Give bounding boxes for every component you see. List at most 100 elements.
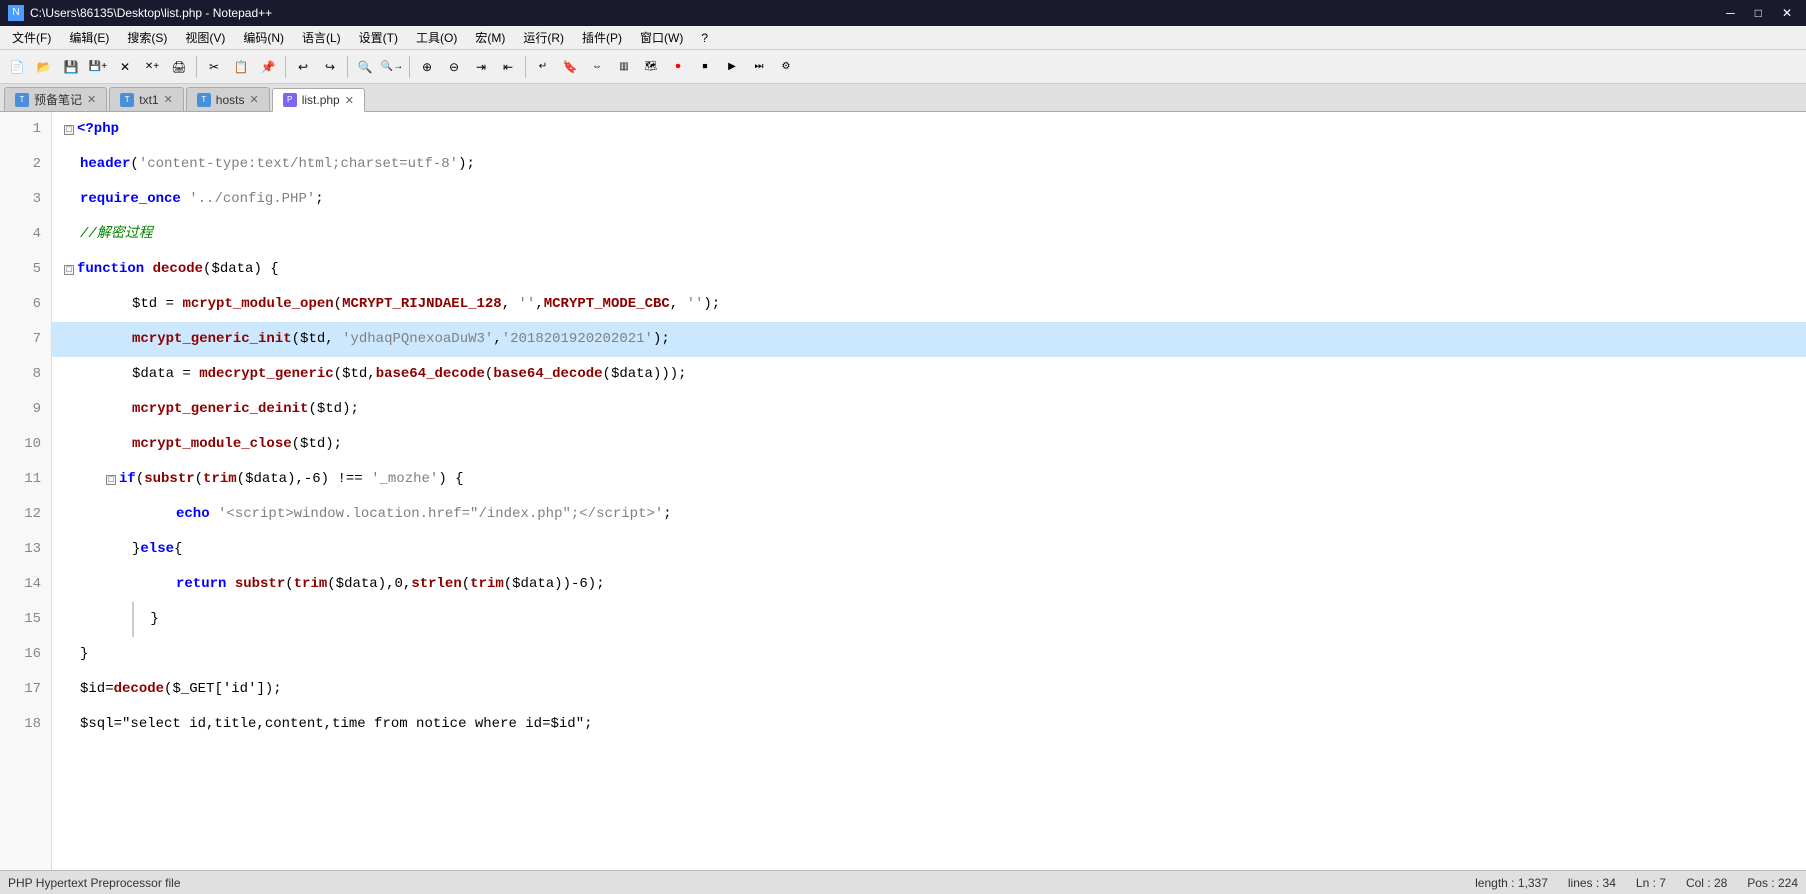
line-numbers: 1 2 3 4 5 6 7 8 9 10 11 12 13 14 15 16 1… (0, 112, 52, 870)
line-num-6: 6 (0, 287, 51, 322)
tab-hosts-close[interactable]: ✕ (249, 93, 258, 106)
menu-settings[interactable]: 设置(T) (351, 27, 406, 48)
tab-listphp[interactable]: P list.php ✕ (272, 88, 365, 112)
toolbar-bookmark[interactable]: 🔖 (557, 54, 583, 80)
line-num-8: 8 (0, 357, 51, 392)
toolbar-sep5 (525, 56, 526, 78)
menu-help[interactable]: ? (693, 29, 716, 47)
tab-listphp-close[interactable]: ✕ (345, 94, 354, 107)
code-line-8: $data = mdecrypt_generic($td,base64_deco… (52, 357, 1806, 392)
tab-notepad-close[interactable]: ✕ (87, 93, 96, 106)
fold-icon-1[interactable]: □ (64, 125, 74, 135)
toolbar-new[interactable]: 📄 (4, 54, 30, 80)
toolbar-undo[interactable]: ↩ (290, 54, 316, 80)
minimize-btn[interactable]: ─ (1720, 6, 1741, 20)
menu-window[interactable]: 窗口(W) (632, 27, 691, 48)
toolbar-macro-record[interactable]: ⏺ (665, 54, 691, 80)
toolbar-split[interactable]: ▥ (611, 54, 637, 80)
code-line-10: mcrypt_module_close($td); (52, 427, 1806, 462)
code-line-16: } (52, 637, 1806, 672)
toolbar-cut[interactable]: ✂ (201, 54, 227, 80)
tab-notepad-label: 预备笔记 (34, 91, 82, 108)
code-line-13: }else{ (52, 532, 1806, 567)
toolbar-indent[interactable]: ⇥ (468, 54, 494, 80)
line-num-12: 12 (0, 497, 51, 532)
close-btn[interactable]: ✕ (1776, 6, 1798, 20)
tab-bar: T 预备笔记 ✕ T txt1 ✕ T hosts ✕ P list.php ✕ (0, 84, 1806, 112)
toolbar-open[interactable]: 📂 (31, 54, 57, 80)
toolbar-zoom-in[interactable]: ⊕ (414, 54, 440, 80)
status-pos: Pos : 224 (1747, 876, 1798, 890)
menu-view[interactable]: 视图(V) (177, 27, 233, 48)
title-bar: N C:\Users\86135\Desktop\list.php - Note… (0, 0, 1806, 26)
line-num-7: 7 (0, 322, 51, 357)
line-num-5: 5 (0, 252, 51, 287)
code-line-18: $sql="select id,title,content,time from … (52, 707, 1806, 742)
code-line-9: mcrypt_generic_deinit($td); (52, 392, 1806, 427)
line-num-9: 9 (0, 392, 51, 427)
toolbar-save-all[interactable]: 💾+ (85, 54, 111, 80)
status-length: length : 1,337 (1475, 876, 1548, 890)
toolbar-outdent[interactable]: ⇤ (495, 54, 521, 80)
menu-macro[interactable]: 宏(M) (467, 27, 513, 48)
toolbar-sep2 (285, 56, 286, 78)
toolbar-save[interactable]: 💾 (58, 54, 84, 80)
line-num-13: 13 (0, 532, 51, 567)
menu-file[interactable]: 文件(F) (4, 27, 59, 48)
code-line-14: return substr(trim($data),0,strlen(trim(… (52, 567, 1806, 602)
tab-txt1-close[interactable]: ✕ (164, 93, 173, 106)
menu-search[interactable]: 搜索(S) (119, 27, 175, 48)
code-line-2: header('content-type:text/html;charset=u… (52, 147, 1806, 182)
line-num-2: 2 (0, 147, 51, 182)
maximize-btn[interactable]: □ (1749, 6, 1768, 20)
toolbar-paste[interactable]: 📌 (255, 54, 281, 80)
toolbar-wrap[interactable]: ↵ (530, 54, 556, 80)
line-num-17: 17 (0, 672, 51, 707)
menu-run[interactable]: 运行(R) (515, 27, 572, 48)
toolbar-copy[interactable]: 📋 (228, 54, 254, 80)
toolbar-print[interactable]: 🖨 (166, 54, 192, 80)
toolbar-macro-play[interactable]: ▶ (719, 54, 745, 80)
fold-icon-11[interactable]: □ (106, 475, 116, 485)
toolbar-sep4 (409, 56, 410, 78)
tab-txt1[interactable]: T txt1 ✕ (109, 87, 184, 111)
menu-plugin[interactable]: 插件(P) (574, 27, 630, 48)
toolbar-sync-scroll[interactable]: ⇔ (584, 54, 610, 80)
line-num-18: 18 (0, 707, 51, 742)
fold-icon-5[interactable]: □ (64, 265, 74, 275)
code-line-3: require_once '../config.PHP'; (52, 182, 1806, 217)
toolbar-macro-stop[interactable]: ⏹ (692, 54, 718, 80)
menu-encode[interactable]: 编码(N) (235, 27, 292, 48)
menu-bar: 文件(F) 编辑(E) 搜索(S) 视图(V) 编码(N) 语言(L) 设置(T… (0, 26, 1806, 50)
toolbar-sep1 (196, 56, 197, 78)
toolbar-doc-map[interactable]: 🗺 (638, 54, 664, 80)
toolbar-close[interactable]: ✕ (112, 54, 138, 80)
menu-tools[interactable]: 工具(O) (408, 27, 465, 48)
menu-language[interactable]: 语言(L) (294, 27, 349, 48)
status-col: Col : 28 (1686, 876, 1727, 890)
toolbar-sep3 (347, 56, 348, 78)
toolbar-redo[interactable]: ↪ (317, 54, 343, 80)
editor-container: 1 2 3 4 5 6 7 8 9 10 11 12 13 14 15 16 1… (0, 112, 1806, 870)
toolbar-find[interactable]: 🔍 (352, 54, 378, 80)
tab-txt1-icon: T (120, 93, 134, 107)
menu-edit[interactable]: 编辑(E) (61, 27, 117, 48)
code-line-17: $id=decode($_GET['id']); (52, 672, 1806, 707)
toolbar-misc[interactable]: ⚙ (773, 54, 799, 80)
tab-hosts-label: hosts (216, 93, 245, 107)
tab-notepad[interactable]: T 预备笔记 ✕ (4, 87, 107, 111)
line-num-16: 16 (0, 637, 51, 672)
toolbar-close-all[interactable]: ✕+ (139, 54, 165, 80)
status-bar: PHP Hypertext Preprocessor file length :… (0, 870, 1806, 894)
tab-hosts[interactable]: T hosts ✕ (186, 87, 270, 111)
code-line-1: □<?php (52, 112, 1806, 147)
tab-txt1-label: txt1 (139, 93, 158, 107)
toolbar-replace[interactable]: 🔍→ (379, 54, 405, 80)
app-icon: N (8, 5, 24, 21)
toolbar-zoom-out[interactable]: ⊖ (441, 54, 467, 80)
line-num-4: 4 (0, 217, 51, 252)
code-area[interactable]: □<?php header('content-type:text/html;ch… (52, 112, 1806, 870)
tab-listphp-label: list.php (302, 93, 340, 107)
code-line-12: echo '<script>window.location.href="/ind… (52, 497, 1806, 532)
toolbar-macro-play-multi[interactable]: ⏭ (746, 54, 772, 80)
